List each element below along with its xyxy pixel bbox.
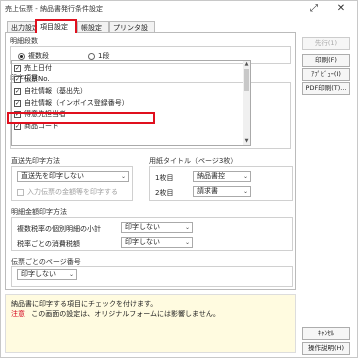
chevron-down-icon: ⌄	[68, 271, 74, 278]
checkbox[interactable]: ✓	[14, 99, 21, 107]
note-line1: 納品書に印字する項目にチェックを付けます。	[11, 300, 158, 308]
list-item-label: 伝票No.	[24, 75, 50, 83]
chokusosaki-select[interactable]: 直送先を印字しない ⌄	[17, 171, 129, 182]
select-value: 納品書控	[197, 172, 225, 180]
list-item-label: 自社情報（基出先）	[24, 87, 87, 95]
title-bar: 売上伝票 - 納品書発行条件設定 ⤢ ✕	[1, 1, 357, 17]
yoshi-title-title: 用紙タイトル（ページ3枚）	[149, 157, 238, 165]
list-item-label: 自社情報（インボイス登録番号）	[24, 99, 129, 107]
select-value: 印字しない	[125, 238, 160, 246]
select-value: 直送先を印字しない	[21, 172, 84, 180]
subtotal-label: 複数税率の個別明細の小計	[17, 225, 101, 233]
note-line2: 注意 この画面の設定は、オリジナルフォームには影響しません。	[11, 309, 220, 319]
chevron-down-icon: ⌄	[184, 239, 190, 246]
print-button[interactable]: 印刷(F)	[302, 54, 350, 67]
note-warning-label: 注意	[11, 310, 25, 318]
list-item[interactable]: ✓ 売上日付	[14, 63, 52, 73]
chevron-down-icon: ⌄	[242, 188, 248, 195]
print-items-list[interactable]: ✓ 売上日付 ✓ 伝票No. ✓ 自社情報（基出先） ✓ 自社情報（インボイス登録番号）…	[11, 60, 251, 146]
expand-icon[interactable]: ⤢	[304, 1, 324, 17]
scroll-thumb[interactable]	[244, 69, 249, 91]
chevron-down-icon: ⌄	[184, 224, 190, 231]
tax-select[interactable]: 印字しない ⌄	[121, 237, 193, 248]
tab-item-settings[interactable]: 項目設定	[35, 19, 77, 33]
list-item-label: 売上日付	[24, 64, 52, 72]
chevron-down-icon: ⌄	[120, 173, 126, 180]
highlight-box	[7, 112, 155, 124]
checkbox[interactable]	[17, 188, 24, 196]
note-warning-text: この画面の設定は、オリジナルフォームには影響しません。	[31, 310, 220, 318]
pdf-print-button[interactable]: PDF印刷(T)...	[302, 82, 350, 95]
scroll-down-icon[interactable]: ▼	[243, 138, 250, 145]
list-item[interactable]: ✓ 伝票No.	[14, 74, 50, 84]
chevron-down-icon: ⌄	[242, 173, 248, 180]
help-button[interactable]: 操作説明(H)	[302, 342, 350, 355]
checkbox[interactable]: ✓	[14, 75, 21, 83]
chokusosaki-title: 直送先印字方法	[11, 157, 60, 165]
subtotal-select[interactable]: 印字しない ⌄	[121, 222, 193, 233]
checkbox[interactable]: ✓	[14, 87, 21, 95]
scroll-up-icon[interactable]: ▲	[243, 61, 250, 68]
select-value: 印字しない	[21, 270, 56, 278]
select-value: 印字しない	[125, 223, 160, 231]
cancel-button[interactable]: ｷｬﾝｾﾙ	[302, 327, 350, 340]
radio-dot	[18, 52, 25, 60]
tax-label: 税率ごとの消費税額	[17, 240, 80, 248]
sheet2-label: 2枚目	[155, 189, 174, 197]
close-icon[interactable]: ✕	[331, 1, 351, 17]
radio-dot	[88, 52, 95, 60]
sheet1-select[interactable]: 納品書控 ⌄	[193, 171, 251, 182]
list-scrollbar[interactable]: ▲ ▼	[243, 61, 250, 145]
window-title: 売上伝票 - 納品書発行条件設定	[5, 5, 103, 13]
checkbox[interactable]: ✓	[14, 64, 21, 72]
amount-checkbox-row[interactable]: 入力伝票の金額等を印字する	[17, 187, 118, 197]
sheet1-label: 1枚目	[155, 174, 174, 182]
preview-button[interactable]: ｱﾌﾟﾋﾞｭｰ(I)	[302, 68, 350, 81]
first-button[interactable]: 先行(1)	[302, 37, 350, 50]
sheet2-select[interactable]: 請求書 ⌄	[193, 186, 251, 197]
list-item[interactable]: ✓ 自社情報（インボイス登録番号）	[14, 98, 129, 108]
select-value: 請求書	[197, 187, 218, 195]
dialog-window: 売上伝票 - 納品書発行条件設定 ⤢ ✕ 出力設定 項目設定 帳設定 プリンタ設…	[0, 0, 358, 358]
list-item[interactable]: ✓ 自社情報（基出先）	[14, 86, 87, 96]
checkbox-label: 入力伝票の金額等を印字する	[27, 188, 118, 196]
note-panel: 納品書に印字する項目にチェックを付けます。 注意 この画面の設定は、オリジナルフ…	[5, 294, 296, 353]
meisai-dansu-title: 明細段数	[10, 37, 38, 45]
page-no-select[interactable]: 印字しない ⌄	[17, 269, 77, 280]
meisai-kingaku-title: 明細金額印字方法	[11, 208, 67, 216]
